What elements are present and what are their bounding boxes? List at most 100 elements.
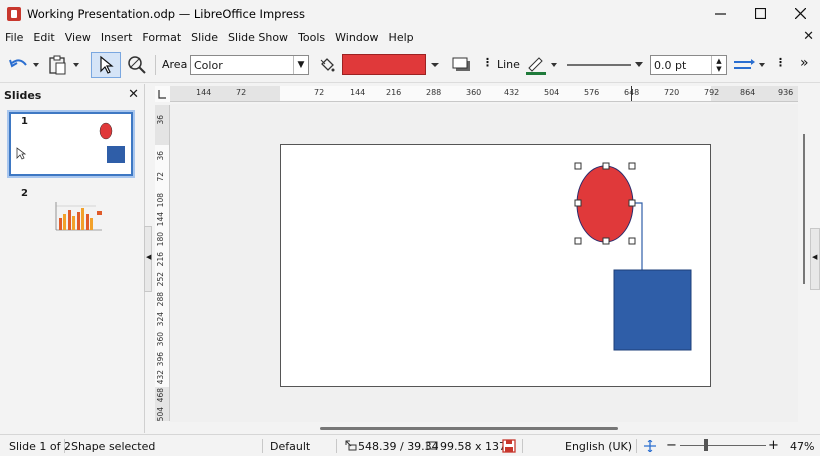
- ruler-tick-label: 252: [156, 272, 165, 287]
- toolbar-overflow-icon[interactable]: »: [800, 55, 809, 71]
- horizontal-scrollbar[interactable]: [170, 422, 798, 434]
- maximize-button[interactable]: [740, 0, 780, 27]
- document-modified-icon[interactable]: [502, 439, 516, 453]
- ruler-tick-label: 144: [196, 88, 212, 97]
- ruler-tick-label: 108: [156, 193, 165, 208]
- ruler-margin-left: [170, 86, 280, 101]
- selection-handle[interactable]: [574, 237, 582, 245]
- menu-format[interactable]: Format: [137, 31, 186, 44]
- title-bar: Working Presentation.odp — LibreOffice I…: [0, 0, 820, 27]
- slides-panel-title: Slides: [4, 89, 42, 102]
- zoom-slider-thumb[interactable]: [704, 439, 708, 451]
- fill-bucket-button[interactable]: [316, 52, 338, 78]
- line-label: Line: [497, 58, 520, 71]
- ruler-tick-label: 36: [156, 151, 165, 161]
- ruler-tick-label: 36: [156, 115, 165, 125]
- fit-page-icon[interactable]: [644, 440, 656, 452]
- ruler-tick-label: 504: [156, 407, 165, 422]
- selection-handle[interactable]: [628, 162, 636, 170]
- horizontal-ruler[interactable]: 144 72 72 144 216 288 360 432 504 576 64…: [170, 86, 798, 102]
- zoom-out-button[interactable]: −: [666, 438, 677, 453]
- connector-line[interactable]: [633, 202, 643, 270]
- menu-file[interactable]: File: [0, 31, 28, 44]
- ruler-tick-label: 396: [156, 352, 165, 367]
- slide-thumbnail-2[interactable]: [50, 200, 108, 234]
- pointer-icon: [100, 55, 114, 74]
- close-panel-button[interactable]: ✕: [128, 87, 139, 102]
- menu-help[interactable]: Help: [384, 31, 419, 44]
- ruler-tick-label: 216: [156, 252, 165, 267]
- slide-number: 2: [21, 188, 28, 199]
- red-ellipse-shape[interactable]: [576, 165, 634, 243]
- ruler-tick-label: 72: [236, 88, 247, 97]
- spin-arrows-icon: ▲ ▼: [711, 56, 726, 74]
- menu-tools[interactable]: Tools: [293, 31, 330, 44]
- menu-slide[interactable]: Slide: [186, 31, 223, 44]
- minimize-button[interactable]: [700, 0, 740, 27]
- area-fill-select[interactable]: Color ▼: [190, 55, 309, 75]
- zoom-level[interactable]: 47%: [790, 440, 814, 453]
- horizontal-scroll-thumb[interactable]: [320, 427, 618, 430]
- selection-handle[interactable]: [628, 199, 636, 207]
- menu-slide-show[interactable]: Slide Show: [223, 31, 293, 44]
- vertical-scroll-thumb[interactable]: [803, 134, 805, 284]
- line-color-icon: [526, 57, 557, 75]
- fill-color-swatch[interactable]: [342, 54, 426, 75]
- close-window-button[interactable]: [780, 0, 820, 27]
- chart-preview-icon: [55, 202, 102, 231]
- line-style-select[interactable]: [565, 52, 645, 78]
- panel-splitter[interactable]: ◀: [144, 226, 152, 292]
- ruler-corner[interactable]: [155, 86, 170, 102]
- menu-insert[interactable]: Insert: [96, 31, 138, 44]
- sidebar-splitter[interactable]: ◀: [810, 228, 820, 290]
- vertical-scrollbar[interactable]: [798, 104, 810, 422]
- line-width-spinbox[interactable]: 0.0 pt ▲ ▼: [650, 55, 727, 75]
- ruler-tick-label: 432: [156, 370, 165, 385]
- close-icon: [794, 8, 806, 19]
- status-bar: Slide 1 of 2 Shape selected Default 548.…: [0, 434, 820, 456]
- select-tool-button[interactable]: [91, 52, 121, 78]
- zoom-slider[interactable]: [680, 445, 766, 446]
- selection-handle[interactable]: [602, 237, 610, 245]
- position-icon: [345, 440, 357, 451]
- language-status[interactable]: English (UK): [565, 440, 632, 453]
- menu-edit[interactable]: Edit: [28, 31, 59, 44]
- status-divider: [336, 439, 337, 453]
- blue-rectangle-shape[interactable]: [613, 269, 692, 351]
- selection-handle[interactable]: [628, 237, 636, 245]
- vertical-ruler[interactable]: 36 36 72 108 144 180 216 252 288 324 360…: [155, 105, 170, 421]
- area-label: Area: [162, 58, 188, 71]
- undo-icon: [9, 59, 39, 68]
- selection-handle[interactable]: [574, 199, 582, 207]
- menu-view[interactable]: View: [60, 31, 96, 44]
- ruler-tick-label: 468: [156, 388, 165, 403]
- slide-info: Slide 1 of 2: [9, 440, 71, 453]
- close-document-button[interactable]: ✕: [803, 29, 814, 44]
- ruler-tick-label: 936: [778, 88, 794, 97]
- size-icon: [426, 441, 438, 450]
- arrow-style-button[interactable]: [731, 52, 767, 78]
- status-divider: [636, 439, 637, 453]
- line-style-icon: [567, 62, 643, 67]
- slide-thumbnail-1[interactable]: 1: [7, 110, 135, 178]
- status-divider: [522, 439, 523, 453]
- undo-button[interactable]: [6, 52, 42, 78]
- more-options-icon[interactable]: ⋮: [775, 56, 786, 69]
- ruler-tick-label: 72: [156, 172, 165, 182]
- ruler-tick-label: 432: [504, 88, 520, 97]
- ruler-tick-label: 288: [426, 88, 442, 97]
- master-slide-name[interactable]: Default: [270, 440, 310, 453]
- fill-color-dropdown[interactable]: [428, 52, 442, 78]
- ruler-tick-label: 360: [156, 332, 165, 347]
- shadow-button[interactable]: [449, 52, 475, 78]
- slide-page[interactable]: [280, 144, 711, 387]
- zoom-pan-button[interactable]: [124, 52, 150, 78]
- slides-panel: Slides ✕ 1 2: [0, 84, 145, 433]
- zoom-in-button[interactable]: +: [768, 438, 779, 453]
- selection-handle[interactable]: [602, 162, 610, 170]
- paste-button[interactable]: [47, 52, 83, 78]
- line-color-button[interactable]: [523, 52, 561, 78]
- menu-window[interactable]: Window: [330, 31, 383, 44]
- selection-handle[interactable]: [574, 162, 582, 170]
- window-title: Working Presentation.odp — LibreOffice I…: [27, 6, 305, 21]
